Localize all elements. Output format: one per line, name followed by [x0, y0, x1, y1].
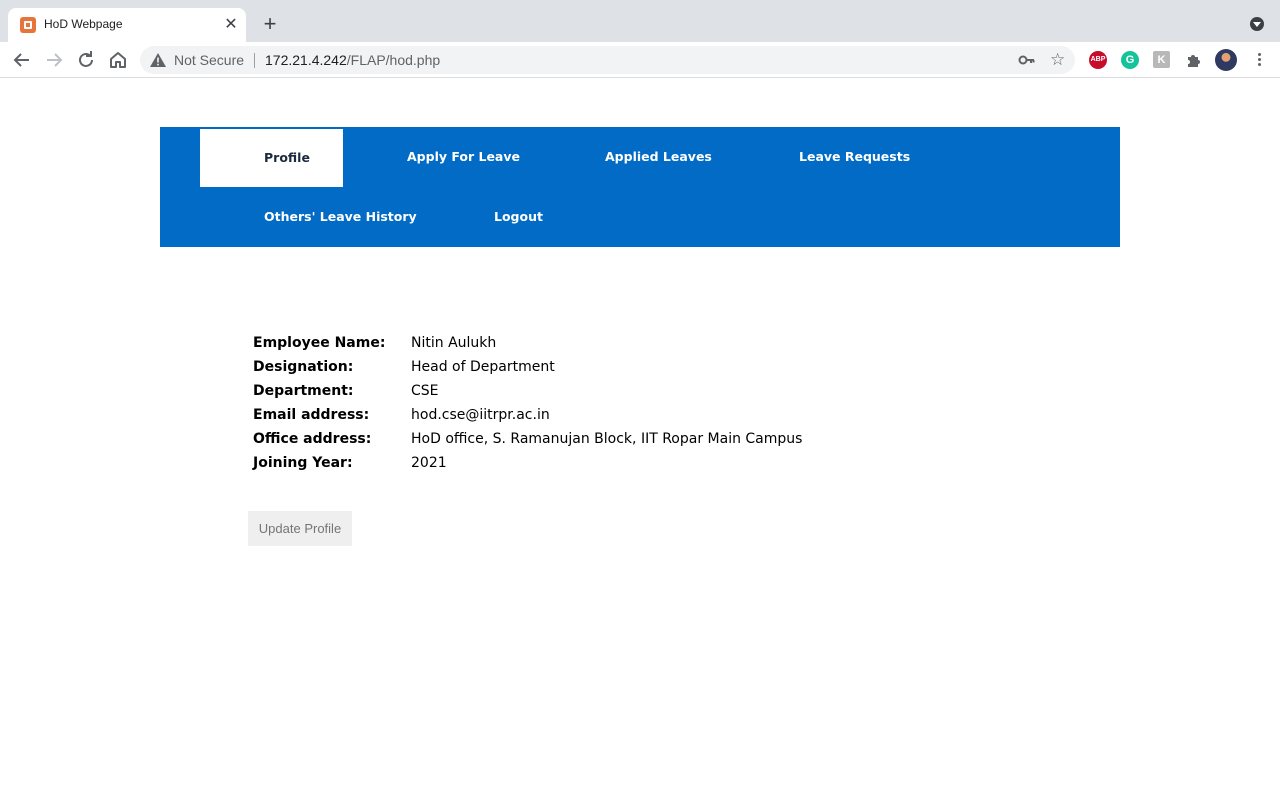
nav-logout[interactable]: Logout — [494, 209, 543, 224]
nav-leave-requests[interactable]: Leave Requests — [799, 149, 910, 164]
nav-others-leave-history[interactable]: Others' Leave History — [264, 209, 417, 224]
tab-close-icon[interactable]: ✕ — [222, 16, 240, 34]
back-arrow-icon[interactable] — [10, 48, 34, 72]
url-text[interactable]: 172.21.4.242/FLAP/hod.php — [265, 52, 440, 68]
profile-label: Designation: — [253, 359, 354, 375]
security-status[interactable]: Not Secure — [174, 52, 244, 68]
profile-value: hod.cse@iitrpr.ac.in — [411, 407, 550, 423]
warning-icon[interactable] — [150, 53, 166, 67]
profile-label: Joining Year: — [253, 455, 353, 471]
main-navbar: Profile Apply For Leave Applied Leaves L… — [160, 127, 1120, 247]
nav-profile[interactable]: Profile — [200, 129, 343, 187]
profile-row-office-address: Office address: HoD office, S. Ramanujan … — [253, 430, 802, 454]
home-icon[interactable] — [106, 48, 130, 72]
browser-tab[interactable]: HoD Webpage ✕ — [8, 8, 246, 42]
profile-row-department: Department: CSE — [253, 382, 802, 406]
nav-applied-leaves[interactable]: Applied Leaves — [605, 149, 712, 164]
profile-label: Department: — [253, 383, 354, 399]
profile-row-designation: Designation: Head of Department — [253, 358, 802, 382]
extension-icon[interactable]: K — [1153, 51, 1170, 68]
reload-icon[interactable] — [74, 48, 98, 72]
forward-arrow-icon[interactable] — [42, 48, 66, 72]
profile-row-joining-year: Joining Year: 2021 — [253, 454, 802, 478]
profile-avatar[interactable] — [1215, 49, 1237, 71]
nav-apply-for-leave[interactable]: Apply For Leave — [407, 149, 520, 164]
bookmark-star-icon[interactable]: ☆ — [1050, 51, 1065, 69]
omnibox-divider — [254, 53, 255, 68]
profile-label: Email address: — [253, 407, 370, 423]
profile-value: HoD office, S. Ramanujan Block, IIT Ropa… — [411, 431, 803, 447]
browser-menu-icon[interactable] — [1250, 51, 1268, 69]
profile-label: Employee Name: — [253, 335, 386, 351]
address-bar[interactable]: Not Secure 172.21.4.242/FLAP/hod.php ☆ — [140, 46, 1075, 74]
url-host: 172.21.4.242 — [265, 52, 347, 68]
key-icon[interactable] — [1018, 52, 1036, 68]
url-path: /FLAP/hod.php — [346, 52, 441, 68]
profile-value: 2021 — [411, 455, 447, 471]
tab-search-icon[interactable] — [1250, 17, 1264, 31]
extensions-puzzle-icon[interactable] — [1185, 51, 1203, 69]
profile-value: Head of Department — [411, 359, 555, 375]
profile-row-email: Email address: hod.cse@iitrpr.ac.in — [253, 406, 802, 430]
update-profile-button[interactable]: Update Profile — [248, 511, 352, 546]
profile-label: Office address: — [253, 431, 372, 447]
xampp-favicon-icon — [20, 17, 36, 33]
new-tab-button[interactable]: + — [258, 13, 282, 37]
profile-row-employee-name: Employee Name: Nitin Aulukh — [253, 334, 802, 358]
browser-tabstrip: HoD Webpage ✕ + — [0, 0, 1280, 42]
tab-title: HoD Webpage — [44, 17, 123, 31]
browser-toolbar: Not Secure 172.21.4.242/FLAP/hod.php ☆ A… — [0, 42, 1280, 78]
profile-value: Nitin Aulukh — [411, 335, 497, 351]
adblock-extension-icon[interactable]: ABP — [1089, 51, 1107, 69]
profile-details: Employee Name: Nitin Aulukh Designation: H… — [253, 334, 802, 478]
grammarly-extension-icon[interactable]: G — [1121, 51, 1139, 69]
profile-value: CSE — [411, 383, 439, 399]
